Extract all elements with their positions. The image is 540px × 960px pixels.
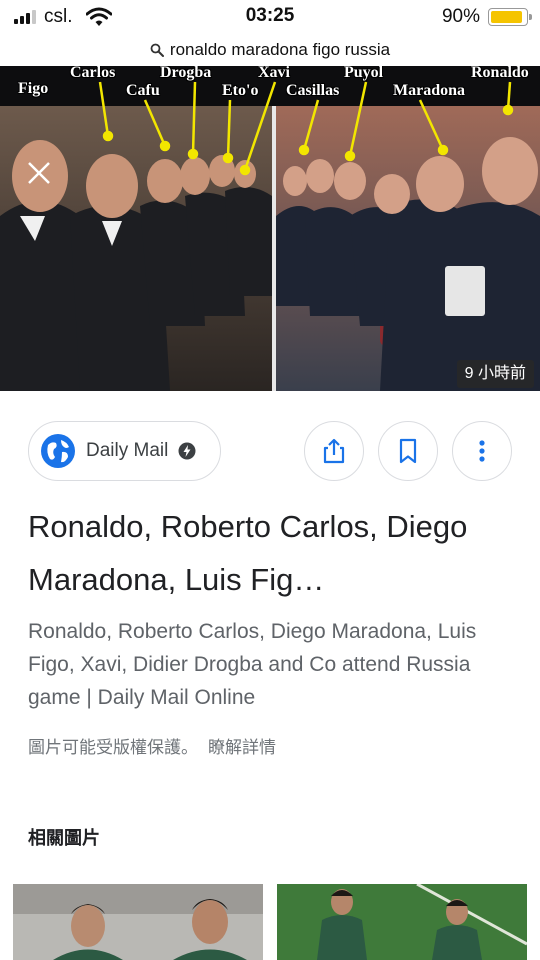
label-figo: Figo	[18, 80, 49, 97]
label-maradona: Maradona	[393, 82, 465, 99]
label-xavi: Xavi	[258, 66, 290, 81]
time-ago-badge: 9 小時前	[456, 360, 534, 388]
label-puyol: Puyol	[344, 66, 384, 81]
amp-bolt-icon	[178, 442, 196, 460]
more-vert-icon	[479, 440, 485, 462]
label-carlos: Carlos	[70, 66, 116, 81]
copyright-notice: 圖片可能受版權保護。 瞭解詳情	[28, 733, 276, 758]
label-casillas: Casillas	[286, 82, 340, 99]
share-button[interactable]	[304, 421, 364, 481]
result-description: Ronaldo, Roberto Carlos, Diego Maradona,…	[28, 620, 477, 709]
label-ronaldo: Ronaldo	[471, 66, 529, 81]
search-query: ronaldo maradona figo russia	[169, 40, 391, 59]
label-cafu: Cafu	[126, 82, 160, 99]
bookmark-icon	[399, 438, 417, 464]
status-bar: csl. 03:25 90%	[0, 0, 540, 34]
related-image-2[interactable]	[277, 884, 527, 960]
search-icon	[150, 43, 164, 57]
result-image[interactable]: Figo Carlos Cafu Drogba Eto'o Xavi Casil…	[0, 66, 540, 391]
related-images-heading: 相關圖片	[28, 828, 100, 848]
battery-icon	[488, 8, 532, 26]
learn-more-link[interactable]: 瞭解詳情	[208, 738, 276, 757]
label-drogba: Drogba	[160, 66, 212, 81]
close-icon[interactable]	[26, 160, 52, 186]
stadium-photo	[0, 66, 540, 391]
more-options-button[interactable]	[452, 421, 512, 481]
bookmark-button[interactable]	[378, 421, 438, 481]
address-bar[interactable]: ronaldo maradona figo russia	[0, 34, 540, 66]
related-image-1[interactable]	[13, 884, 263, 960]
source-chip[interactable]: Daily Mail	[28, 421, 221, 481]
share-icon	[323, 438, 345, 464]
label-etoo: Eto'o	[222, 82, 259, 99]
copyright-text: 圖片可能受版權保護。	[28, 738, 198, 757]
battery-percent: 90%	[441, 6, 480, 27]
result-title[interactable]: Ronaldo, Roberto Carlos, Diego Maradona,…	[28, 500, 518, 606]
globe-icon	[41, 434, 75, 468]
source-name: Daily Mail	[86, 440, 169, 461]
